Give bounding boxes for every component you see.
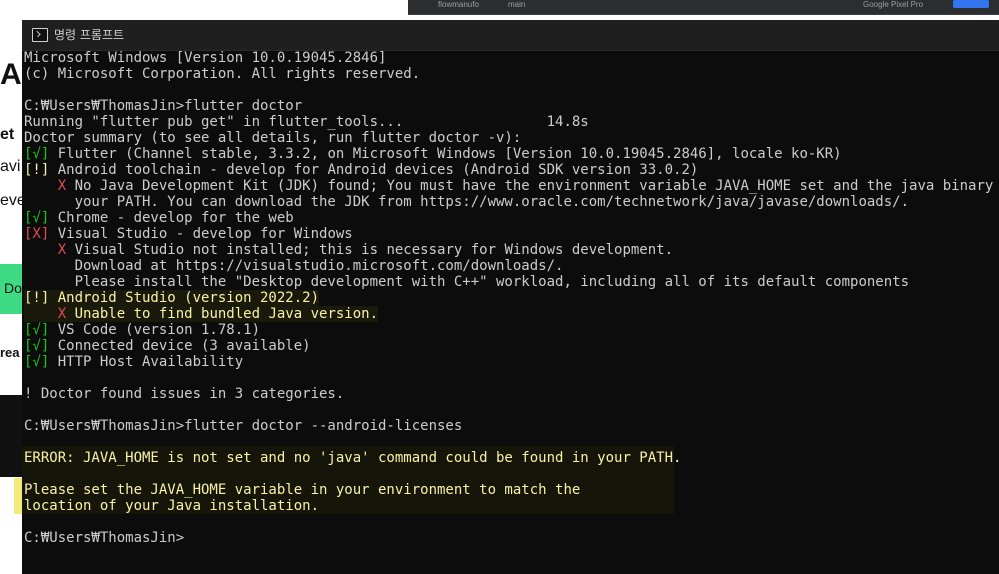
- status-marker: X: [24, 178, 75, 194]
- console-line-text: ERROR: JAVA_HOME is not set and no 'java…: [24, 450, 682, 466]
- bg-fragment: et: [0, 126, 15, 143]
- console-line: ! Doctor found issues in 3 categories.: [24, 386, 344, 402]
- console-line-text: (c) Microsoft Corporation. All rights re…: [24, 66, 421, 82]
- status-marker: [√]: [24, 338, 58, 354]
- console-line: [√] HTTP Host Availability: [24, 354, 243, 370]
- console-line-text: Connected device (3 available): [57, 338, 311, 354]
- window-titlebar[interactable]: 명령 프롬프트: [22, 20, 999, 51]
- console-line: C:₩Users₩ThomasJin>flutter doctor: [24, 98, 302, 114]
- console-output[interactable]: Microsoft Windows [Version 10.0.19045.28…: [22, 50, 999, 574]
- console-line: Running "flutter pub get" in flutter_too…: [24, 114, 589, 130]
- console-line: Microsoft Windows [Version 10.0.19045.28…: [24, 50, 386, 66]
- console-line-text: Visual Studio not installed; this is nec…: [74, 242, 674, 258]
- console-line: [√] Connected device (3 available): [24, 338, 311, 354]
- console-line: Doctor summary (to see all details, run …: [24, 130, 521, 146]
- terminal-icon: [32, 28, 48, 42]
- console-line-text: location of your Java installation.: [24, 498, 320, 514]
- console-line: location of your Java installation.: [24, 498, 319, 514]
- status-marker: X: [24, 242, 75, 258]
- console-line: (c) Microsoft Corporation. All rights re…: [24, 66, 420, 82]
- console-line-text: ! Doctor found issues in 3 categories.: [24, 386, 345, 402]
- console-line: ERROR: JAVA_HOME is not set and no 'java…: [24, 450, 681, 466]
- console-line: C:₩Users₩ThomasJin>: [24, 530, 184, 546]
- console-line: [√] Chrome - develop for the web: [24, 210, 294, 226]
- console-line: [X] Visual Studio - develop for Windows: [24, 226, 353, 242]
- ide-tab-project: flowmanufo: [438, 0, 479, 9]
- console-line: your PATH. You can download the JDK from…: [24, 194, 909, 210]
- console-line: [!] Android Studio (version 2022.2): [24, 290, 320, 306]
- console-line-text: Microsoft Windows [Version 10.0.19045.28…: [24, 50, 387, 66]
- console-line-text: Running "flutter pub get" in flutter_too…: [24, 114, 589, 130]
- background-ide-toolbar: flowmanufo main Google Pixel Pro: [408, 0, 999, 15]
- console-line-text: No Java Development Kit (JDK) found; You…: [74, 178, 999, 194]
- console-line: C:₩Users₩ThomasJin>flutter doctor --andr…: [24, 418, 462, 434]
- ide-device-selector: Google Pixel Pro: [863, 0, 924, 9]
- console-line-text: Android toolchain - develop for Android …: [57, 162, 699, 178]
- bg-fragment: rea: [0, 345, 20, 360]
- status-marker: [√]: [24, 146, 58, 162]
- window-title: 명령 프롬프트: [54, 28, 125, 42]
- console-line-text: C:₩Users₩ThomasJin>: [24, 530, 185, 546]
- console-line-text: Download at https://visualstudio.microso…: [24, 258, 564, 274]
- console-line: Please install the "Desktop development …: [24, 274, 909, 290]
- console-line: Download at https://visualstudio.microso…: [24, 258, 564, 274]
- status-marker: [!]: [24, 162, 58, 178]
- console-line: X Visual Studio not installed; this is n…: [24, 242, 673, 258]
- bg-fragment: avi: [0, 158, 21, 175]
- console-line: [!] Android toolchain - develop for Andr…: [24, 162, 698, 178]
- console-line-text: Unable to find bundled Java version.: [74, 306, 379, 322]
- console-line-text: Please set the JAVA_HOME variable in you…: [24, 482, 581, 498]
- console-line-text: Doctor summary (to see all details, run …: [24, 130, 522, 146]
- status-marker: X: [24, 306, 75, 322]
- bg-fragment: Do: [4, 280, 22, 296]
- status-marker: [√]: [24, 322, 58, 338]
- console-line-text: Please install the "Desktop development …: [24, 274, 910, 290]
- console-line-text: VS Code (version 1.78.1): [57, 322, 261, 338]
- console-line-text: HTTP Host Availability: [57, 354, 244, 370]
- ide-run-config-button: [953, 0, 989, 8]
- console-line: [√] VS Code (version 1.78.1): [24, 322, 260, 338]
- console-line-text: C:₩Users₩ThomasJin>flutter doctor: [24, 98, 303, 114]
- status-marker: [X]: [24, 226, 58, 242]
- console-line: Please set the JAVA_HOME variable in you…: [24, 482, 580, 498]
- console-line-text: Chrome - develop for the web: [57, 210, 294, 226]
- status-marker: [!]: [24, 290, 58, 306]
- console-line: [√] Flutter (Channel stable, 3.3.2, on M…: [24, 146, 842, 162]
- status-marker: [√]: [24, 210, 58, 226]
- console-line: X Unable to find bundled Java version.: [24, 306, 379, 322]
- console-line-text: C:₩Users₩ThomasJin>flutter doctor --andr…: [24, 418, 463, 434]
- console-line-text: Flutter (Channel stable, 3.3.2, on Micro…: [57, 146, 842, 162]
- console-line-text: your PATH. You can download the JDK from…: [24, 194, 910, 210]
- console-line: X No Java Development Kit (JDK) found; Y…: [24, 178, 999, 194]
- command-prompt-window[interactable]: 명령 프롬프트 Microsoft Windows [Version 10.0.…: [22, 20, 999, 574]
- status-marker: [√]: [24, 354, 58, 370]
- ide-tab-branch: main: [508, 0, 526, 9]
- console-line-text: Android Studio (version 2022.2): [57, 290, 320, 306]
- console-line-text: Visual Studio - develop for Windows: [57, 226, 353, 242]
